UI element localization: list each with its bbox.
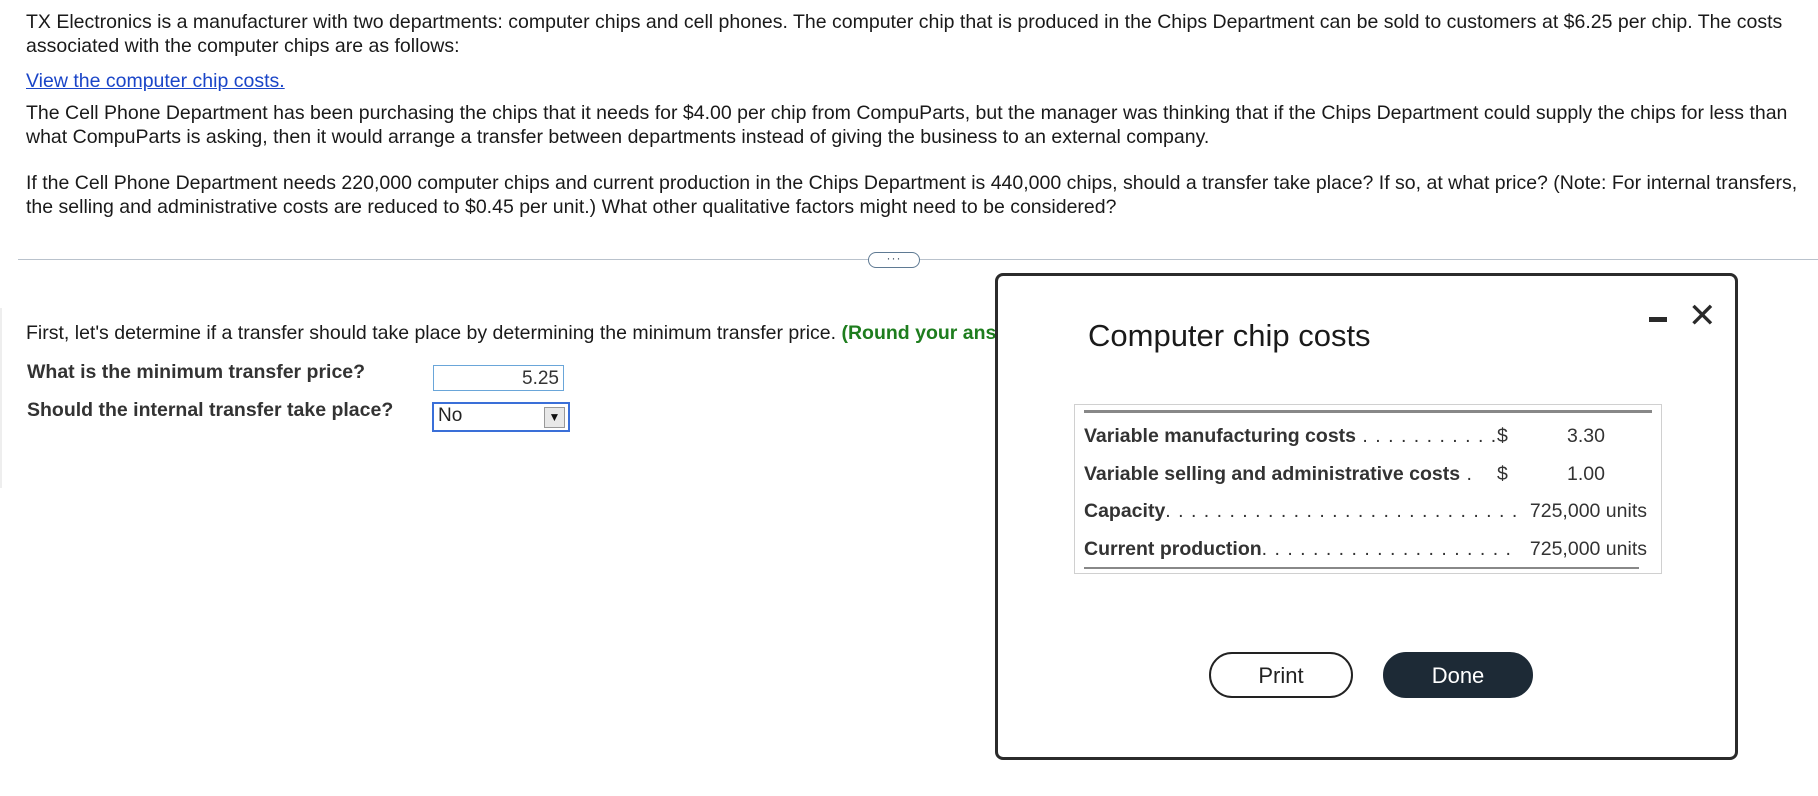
row-value: 3.30 [1567,425,1605,447]
min-transfer-price-label: What is the minimum transfer price? [27,361,366,383]
instruction-main: First, let's determine if a transfer sho… [26,322,842,344]
transfer-decision-select[interactable]: No ▼ [432,402,570,432]
table-row: Variable selling and administrative cost… [1084,463,1644,493]
close-icon[interactable]: ✕ [1688,299,1717,333]
instruction-text: First, let's determine if a transfer sho… [26,322,996,345]
question-paragraph-2: The Cell Phone Department has been purch… [26,102,1788,148]
table-bottom-rule [1084,567,1639,569]
table-row: Variable manufacturing costs . . . . . .… [1084,425,1644,455]
row-value: 1.00 [1567,463,1605,485]
dropdown-arrow-icon: ▼ [544,407,565,428]
row-label: Capacity. . . . . . . . . . . . . . . . … [1084,500,1519,522]
table-row: Capacity. . . . . . . . . . . . . . . . … [1084,500,1647,530]
row-value: 725,000 units [1529,538,1647,560]
dialog-title: Computer chip costs [1088,318,1371,353]
table-row: Current production. . . . . . . . . . . … [1084,538,1647,568]
row-label: Current production. . . . . . . . . . . … [1084,538,1512,560]
rounding-note: (Round your ans [841,322,996,344]
transfer-decision-label: Should the internal transfer take place? [27,399,394,421]
left-edge-strip [0,308,2,488]
print-button[interactable]: Print [1209,652,1353,698]
transfer-decision-value: No [438,405,463,426]
chip-costs-dialog: Computer chip costs ✕ Variable manufactu… [995,273,1738,760]
row-value: 725,000 units [1529,500,1647,522]
row-label: Variable selling and administrative cost… [1084,463,1473,485]
minimize-icon[interactable] [1649,312,1669,328]
min-transfer-price-input[interactable]: 5.25 [433,365,564,391]
done-button[interactable]: Done [1383,652,1533,698]
question-paragraph-1: TX Electronics is a manufacturer with tw… [26,11,1783,57]
view-chip-costs-link[interactable]: View the computer chip costs. [26,69,285,93]
costs-table: Variable manufacturing costs . . . . . .… [1074,404,1662,574]
row-label: Variable manufacturing costs . . . . . .… [1084,425,1498,447]
question-paragraph-3: If the Cell Phone Department needs 220,0… [26,172,1798,218]
table-top-rule [1084,410,1652,413]
expand-ellipsis-button[interactable]: ··· [868,252,920,268]
